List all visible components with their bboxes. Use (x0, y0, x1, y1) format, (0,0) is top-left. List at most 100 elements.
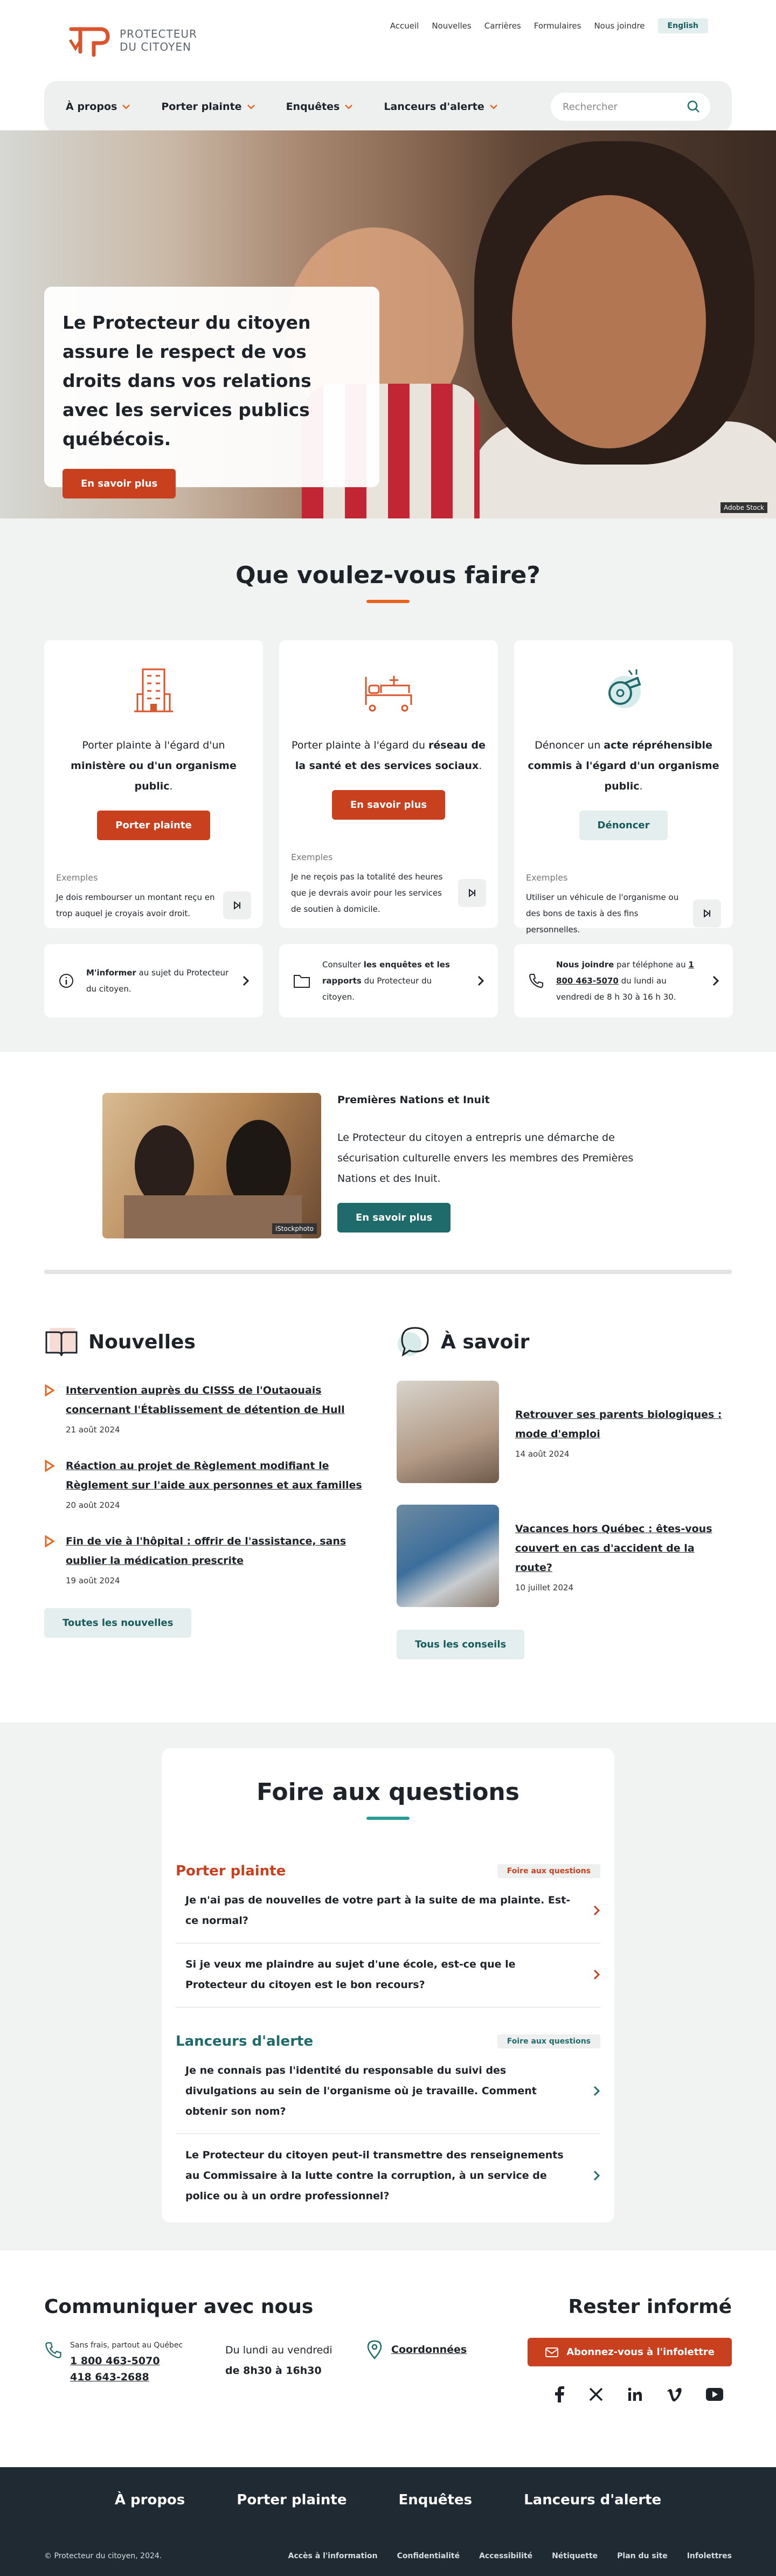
footer-nav-lanceurs-alerte[interactable]: Lanceurs d'alerte (524, 2492, 661, 2508)
hero-learn-more-button[interactable]: En savoir plus (63, 469, 176, 498)
desc-text: Porter plainte à l'égard d'un (82, 739, 225, 751)
faq-question[interactable]: Je ne connais pas l'identité du responsa… (176, 2049, 600, 2134)
sante-learn-more-button[interactable]: En savoir plus (331, 790, 446, 820)
news-item: Fin de vie à l'hôpital : offrir de l'ass… (44, 1532, 378, 1585)
vimeo-icon[interactable] (666, 2387, 682, 2402)
faq-question[interactable]: Le Protecteur du citoyen peut-il transme… (176, 2134, 600, 2218)
faq-category-link[interactable]: Foire aux questions (497, 2034, 600, 2048)
utility-link-nouvelles[interactable]: Nouvelles (432, 21, 471, 31)
nav-item-lanceurs-alerte[interactable]: Lanceurs d'alerte (384, 101, 498, 113)
legal-link-plan-du-site[interactable]: Plan du site (617, 2552, 668, 2560)
phone-link-1[interactable]: 1 800 463-5070 (70, 2355, 183, 2367)
faq-section: Foire aux questions Porter plainte Foire… (0, 1722, 776, 2250)
example-next-button[interactable] (458, 879, 486, 907)
footer-nav-porter-plainte[interactable]: Porter plainte (237, 2492, 347, 2508)
photo-person (135, 1125, 194, 1206)
premieres-nations-photo: iStockphoto (102, 1093, 321, 1238)
action-card-description: Porter plainte à l'égard d'un ministère … (56, 735, 251, 797)
news-item-link[interactable]: Intervention auprès du CISSS de l'Outaou… (66, 1381, 378, 1419)
x-icon[interactable] (588, 2387, 604, 2402)
site-footer: À propos Porter plainte Enquêtes Lanceur… (0, 2467, 776, 2576)
legal-link-netiquette[interactable]: Nétiquette (552, 2552, 598, 2560)
play-arrow-icon (45, 1459, 55, 1472)
quick-links: M'informer au sujet du Protecteur du cit… (44, 944, 733, 1017)
utility-link-nous-joindre[interactable]: Nous joindre (594, 21, 645, 31)
copyright: © Protecteur du citoyen, 2024. (44, 2552, 162, 2560)
action-card-ministere: Porter plainte à l'égard d'un ministère … (44, 640, 263, 928)
section-divider (44, 1270, 732, 1274)
skip-next-icon (704, 909, 710, 918)
footer-nav-enquetes[interactable]: Enquêtes (399, 2492, 473, 2508)
contact-title: Communiquer avec nous (44, 2296, 314, 2318)
example-row: Je dois rembourser un montant reçu en tr… (56, 889, 251, 922)
phone-link-2[interactable]: 418 643-2688 (70, 2371, 183, 2383)
youtube-icon[interactable] (706, 2388, 723, 2401)
search-placeholder: Rechercher (563, 101, 618, 113)
photo-credit: Adobe Stock (720, 502, 767, 513)
premieres-nations-button[interactable]: En savoir plus (337, 1203, 451, 1232)
quick-link-nous-joindre[interactable]: Nous joindre par téléphone au 1 800 463-… (514, 944, 733, 1017)
nav-item-porter-plainte[interactable]: Porter plainte (161, 101, 255, 113)
legal-link-confidentialite[interactable]: Confidentialité (397, 2552, 460, 2560)
footer-nav-a-propos[interactable]: À propos (115, 2492, 185, 2508)
linkedin-icon[interactable] (627, 2387, 642, 2402)
hero-card: Le Protecteur du citoyen assure le respe… (44, 287, 379, 498)
savoir-thumbnail (397, 1381, 499, 1483)
newsletter-button[interactable]: Abonnez-vous à l'infolettre (528, 2338, 732, 2366)
quick-link-informer[interactable]: M'informer au sujet du Protecteur du cit… (44, 944, 263, 1017)
example-next-button[interactable] (223, 891, 251, 919)
language-toggle-button[interactable]: English (657, 18, 708, 33)
premieres-nations-text: Le Protecteur du citoyen a entrepris une… (337, 1132, 634, 1185)
contact-coords: Coordonnées (366, 2340, 467, 2359)
news-item-link[interactable]: Réaction au projet de Règlement modifian… (66, 1456, 378, 1495)
denoncer-button[interactable]: Dénoncer (579, 811, 668, 840)
utility-link-carrieres[interactable]: Carrières (484, 21, 521, 31)
porter-plainte-button[interactable]: Porter plainte (97, 811, 210, 840)
quick-link-enquetes[interactable]: Consulter les enquêtes et les rapports d… (279, 944, 498, 1017)
all-news-button[interactable]: Toutes les nouvelles (44, 1608, 192, 1638)
savoir-item-link[interactable]: Vacances hors Québec : êtes-vous couvert… (515, 1519, 732, 1577)
action-card-denoncer: Dénoncer un acte répréhensible commis à … (514, 640, 733, 934)
desc-end: . (169, 780, 173, 792)
faq-question[interactable]: Si je veux me plaindre au sujet d'une éc… (176, 1943, 600, 2007)
faq-category-header: Lanceurs d'alerte Foire aux questions (176, 2033, 600, 2049)
main-nav: À propos Porter plainte Enquêtes Lanceur… (44, 81, 732, 133)
book-icon (45, 1328, 78, 1356)
hours-line-2: de 8h30 à 16h30 (225, 2365, 322, 2377)
all-tips-button[interactable]: Tous les conseils (397, 1630, 525, 1659)
whistle-icon (608, 669, 641, 708)
legal-link-acces-information[interactable]: Accès à l'information (288, 2552, 378, 2560)
utility-link-formulaires[interactable]: Formulaires (534, 21, 581, 31)
example-next-button[interactable] (693, 899, 721, 927)
nav-item-label: Porter plainte (161, 101, 242, 113)
action-cards: Porter plainte à l'égard d'un ministère … (44, 640, 733, 934)
nav-item-a-propos[interactable]: À propos (66, 101, 131, 113)
faq-question-text: Si je veux me plaindre au sujet d'une éc… (185, 1958, 516, 1991)
social-links (554, 2386, 723, 2402)
chevron-down-icon (489, 105, 497, 109)
savoir-item-link[interactable]: Retrouver ses parents biologiques : mode… (515, 1405, 732, 1444)
legal-link-accessibilite[interactable]: Accessibilité (479, 2552, 532, 2560)
utility-link-accueil[interactable]: Accueil (390, 21, 419, 31)
news-item-date: 19 août 2024 (66, 1576, 120, 1585)
action-card-description: Porter plainte à l'égard du réseau de la… (291, 735, 486, 776)
examples-label: Exemples (56, 872, 98, 883)
faq-category-title: Lanceurs d'alerte (176, 2033, 314, 2049)
chevron-right-icon (477, 975, 484, 986)
faq-question-text: Je ne connais pas l'identité du responsa… (185, 2065, 537, 2117)
nav-item-label: Lanceurs d'alerte (384, 101, 484, 113)
search-input[interactable]: Rechercher (551, 93, 710, 121)
coordonnees-link[interactable]: Coordonnées (391, 2344, 467, 2356)
facebook-icon[interactable] (554, 2386, 565, 2402)
faq-question[interactable]: Je n'ai pas de nouvelles de votre part à… (176, 1879, 600, 1943)
search-icon[interactable] (687, 100, 701, 114)
news-item-link[interactable]: Fin de vie à l'hôpital : offrir de l'ass… (66, 1532, 378, 1570)
legal-link-infolettres[interactable]: Infolettres (687, 2552, 732, 2560)
faq-category-link[interactable]: Foire aux questions (497, 1864, 600, 1878)
savoir-item-date: 10 juillet 2024 (515, 1583, 574, 1592)
hero-photo-woman-face (512, 195, 706, 448)
site-logo[interactable]: PROTECTEUR DU CITOYEN (68, 24, 197, 57)
example-row: Utiliser un véhicule de l'organisme ou d… (526, 889, 721, 938)
nav-item-enquetes[interactable]: Enquêtes (286, 101, 354, 113)
desc-text: Porter plainte à l'égard du (292, 739, 429, 751)
